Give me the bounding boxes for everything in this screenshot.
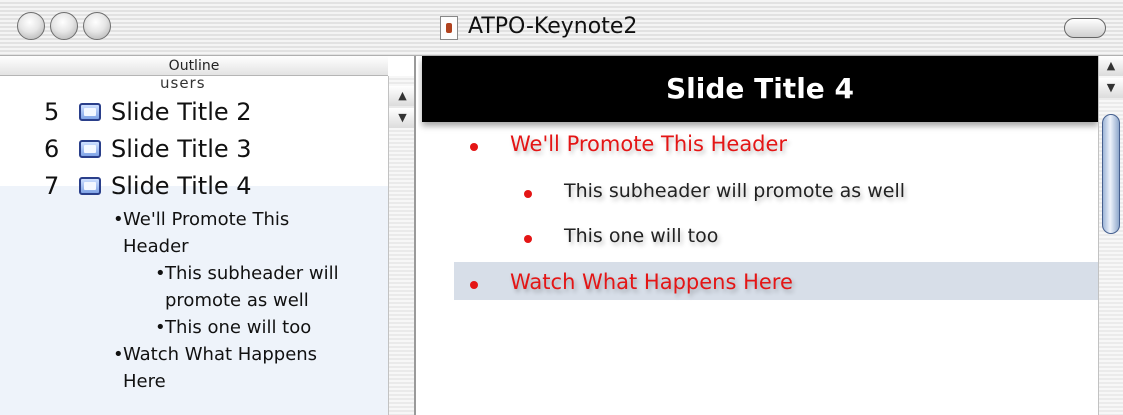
bullet-dot-icon — [470, 281, 478, 289]
bullet-dot-icon — [470, 143, 478, 151]
slide-thumbnail-icon — [79, 103, 101, 121]
bullet-glyph: • — [113, 209, 124, 230]
slide-title[interactable]: Slide Title 4 — [422, 56, 1098, 122]
scroll-down-arrow-icon[interactable]: ▼ — [389, 108, 414, 128]
slide-number: 5 — [44, 98, 60, 126]
outline-partial-row: users — [160, 76, 206, 92]
outline-subtopic[interactable]: •This one will too — [155, 314, 311, 341]
topic-text: promote as well — [165, 290, 309, 311]
outline-subtopic[interactable]: •This subheader will — [155, 260, 339, 287]
close-icon[interactable] — [17, 12, 45, 40]
outline-topic-continuation[interactable]: Header — [123, 233, 189, 260]
bullet-glyph: • — [113, 344, 124, 365]
outline-scrollbar[interactable]: ▲ ▼ — [388, 76, 414, 415]
slide-subbullet[interactable]: This subheader will promote as well — [524, 180, 906, 202]
bullet-dot-icon — [524, 235, 532, 243]
slide-bullet[interactable]: We'll Promote This Header — [470, 132, 788, 156]
keynote-document-icon — [440, 16, 458, 40]
slide-thumbnail-icon — [79, 140, 101, 158]
slide-title-band[interactable]: Slide Title 4 — [422, 56, 1098, 122]
outline-pane: Outline users 5 Slide Title 2 6 Slide Ti… — [0, 56, 416, 415]
scroll-down-arrow-icon[interactable]: ▼ — [1099, 78, 1123, 98]
topic-text: This subheader will — [165, 263, 339, 284]
window-title: ATPO-Keynote2 — [468, 14, 638, 39]
slide-thumbnail-icon — [79, 177, 101, 195]
outline-topic[interactable]: •We'll Promote This — [113, 206, 289, 233]
slide-scrollbar[interactable]: ▲ ▼ — [1098, 56, 1123, 415]
bullet-glyph: • — [155, 317, 166, 338]
bullet-glyph: • — [155, 263, 166, 284]
minimize-icon[interactable] — [50, 12, 78, 40]
bullet-text: This one will too — [564, 225, 719, 247]
scroll-up-arrow-icon[interactable]: ▲ — [1099, 56, 1123, 76]
scroll-up-arrow-icon[interactable]: ▲ — [389, 86, 414, 106]
topic-text: We'll Promote This — [123, 209, 290, 230]
slide-title-label: Slide Title 3 — [111, 135, 252, 163]
bullet-text: This subheader will promote as well — [564, 180, 906, 202]
outline-topic-continuation[interactable]: Here — [123, 368, 166, 395]
outline-topic[interactable]: •Watch What Happens — [113, 341, 317, 368]
outline-slide-row[interactable]: 6 Slide Title 3 — [0, 131, 388, 167]
outline-slide-row[interactable]: 5 Slide Title 2 — [0, 94, 388, 130]
zoom-icon[interactable] — [83, 12, 111, 40]
slide-bullet-selected[interactable]: Watch What Happens Here — [470, 270, 793, 294]
bullet-text: We'll Promote This Header — [510, 132, 788, 156]
topic-text: Here — [123, 371, 166, 392]
outline-slide-row-selected[interactable]: 7 Slide Title 4 — [0, 168, 388, 204]
topic-text: Watch What Happens — [123, 344, 318, 365]
slide-title-label: Slide Title 2 — [111, 98, 252, 126]
window-titlebar[interactable]: ATPO-Keynote2 — [0, 0, 1123, 56]
bullet-dot-icon — [524, 190, 532, 198]
outline-subtopic-continuation[interactable]: promote as well — [165, 287, 309, 314]
slide-title-label: Slide Title 4 — [111, 172, 252, 200]
topic-text: This one will too — [165, 317, 312, 338]
bullet-text: Watch What Happens Here — [510, 270, 793, 294]
slide-number: 7 — [44, 172, 60, 200]
topic-text: Header — [123, 236, 189, 257]
toolbar-toggle-button[interactable] — [1064, 18, 1106, 38]
scrollbar-thumb[interactable] — [1102, 114, 1120, 234]
slide-number: 6 — [44, 135, 60, 163]
slide-canvas[interactable]: Slide Title 4 We'll Promote This Header … — [418, 56, 1098, 415]
outline-column-header[interactable]: Outline — [0, 56, 388, 76]
outline-list[interactable]: users 5 Slide Title 2 6 Slide Title 3 7 … — [0, 76, 388, 415]
slide-subbullet[interactable]: This one will too — [524, 225, 719, 247]
